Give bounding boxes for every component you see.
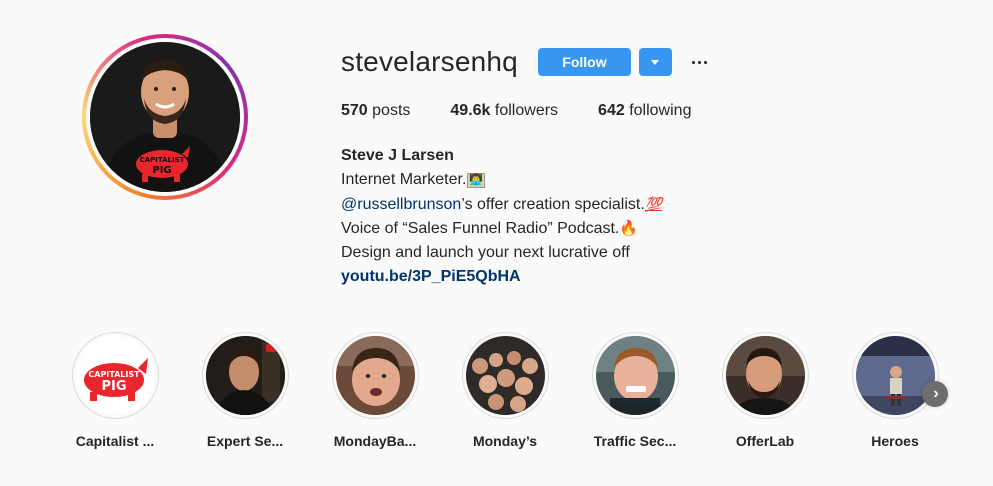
highlight-cover-image: [855, 336, 935, 415]
highlight-ring: [331, 332, 419, 419]
full-name: Steve J Larsen: [341, 147, 454, 164]
highlight-cover-image: [725, 336, 805, 415]
bio-line-1: Internet Marketer. 👨‍💻: [341, 168, 662, 192]
bio-line-1-text: Internet Marketer.: [341, 171, 467, 188]
username: stevelarsenhq: [341, 46, 518, 77]
shirt-text-top: CAPITALIST: [140, 156, 185, 164]
posts-label: posts: [372, 102, 411, 119]
fire-emoji-icon: 🔥: [619, 220, 639, 237]
bio-line-3: Voice of “Sales Funnel Radio” Podcast.🔥: [341, 217, 662, 241]
more-options-button[interactable]: [688, 50, 712, 74]
hundred-emoji-icon: 💯: [644, 196, 663, 212]
highlight-item[interactable]: CAPITALIST PIG Capitalist ...: [50, 332, 180, 449]
story-highlights: CAPITALIST PIG Capitalist ... Expert Se.…: [50, 332, 960, 449]
following-stat[interactable]: 642 following: [598, 102, 691, 120]
highlight-label: Heroes: [871, 433, 919, 449]
highlight-label: Traffic Sec...: [593, 433, 677, 449]
highlight-item[interactable]: OfferLab: [700, 332, 830, 449]
highlight-ring: [721, 332, 809, 419]
highlight-label: Capitalist ...: [75, 433, 155, 449]
highlight-item[interactable]: Expert Se...: [180, 332, 310, 449]
svg-text:PIG: PIG: [101, 379, 126, 394]
highlight-item[interactable]: MondayBa...: [310, 332, 440, 449]
bio-line-4: Design and launch your next lucrative of…: [341, 244, 630, 261]
mention-link[interactable]: @russellbrunson: [341, 196, 461, 213]
bio-line-2: @russellbrunson’s offer creation special…: [341, 192, 662, 217]
highlight-label: MondayBa...: [333, 433, 417, 449]
profile-avatar-ring[interactable]: CAPITALIST PIG: [82, 34, 248, 200]
posts-count: 570: [341, 102, 368, 119]
posts-stat: 570 posts: [341, 102, 410, 120]
highlight-cover-image: [205, 336, 285, 415]
highlight-ring: [201, 332, 289, 419]
avatar-photo: CAPITALIST PIG: [90, 42, 240, 192]
profile-stats: 570 posts 49.6k followers 642 following: [341, 102, 731, 120]
highlight-cover-image: [465, 336, 545, 415]
chevron-right-icon: ›: [933, 385, 939, 402]
followers-count: 49.6k: [450, 102, 491, 119]
bio-line-2-text: ’s offer creation specialist.: [461, 196, 645, 213]
bio-external-link[interactable]: youtu.be/3P_PiE5QbHA: [341, 265, 662, 289]
highlight-label: Expert Se...: [206, 433, 284, 449]
highlight-ring: [851, 332, 939, 419]
highlight-ring: [591, 332, 679, 419]
highlight-cover-image: CAPITALIST PIG: [75, 336, 155, 415]
following-count: 642: [598, 102, 625, 119]
chevron-down-icon: [651, 59, 660, 65]
suggested-dropdown-button[interactable]: [638, 48, 672, 76]
followers-stat[interactable]: 49.6k followers: [450, 102, 558, 120]
highlight-label: Monday’s: [472, 433, 538, 449]
highlight-item[interactable]: Traffic Sec...: [570, 332, 700, 449]
avatar-gap: CAPITALIST PIG: [86, 38, 244, 196]
profile-bio: Steve J Larsen Internet Marketer. 👨‍💻 @ru…: [341, 144, 662, 289]
more-options-icon: [691, 60, 709, 64]
highlight-item[interactable]: Monday’s: [440, 332, 570, 449]
profile-header: stevelarsenhq Follow: [341, 44, 712, 80]
highlight-label: OfferLab: [735, 433, 795, 449]
followers-label: followers: [494, 102, 559, 119]
svg-text:CAPITALIST: CAPITALIST: [88, 370, 140, 379]
shirt-text-bottom: PIG: [152, 165, 171, 176]
highlight-ring: [461, 332, 549, 419]
follow-button[interactable]: Follow: [537, 48, 631, 76]
highlight-ring: CAPITALIST PIG: [71, 332, 159, 419]
bio-line-3-text: Voice of “Sales Funnel Radio” Podcast.: [341, 220, 620, 237]
highlight-cover-image: [595, 336, 675, 415]
highlights-next-button[interactable]: ›: [922, 381, 948, 407]
technologist-emoji-icon: 👨‍💻: [467, 173, 486, 188]
following-label: following: [629, 102, 692, 119]
profile-avatar[interactable]: CAPITALIST PIG: [90, 42, 240, 192]
highlight-cover-image: [335, 336, 415, 415]
